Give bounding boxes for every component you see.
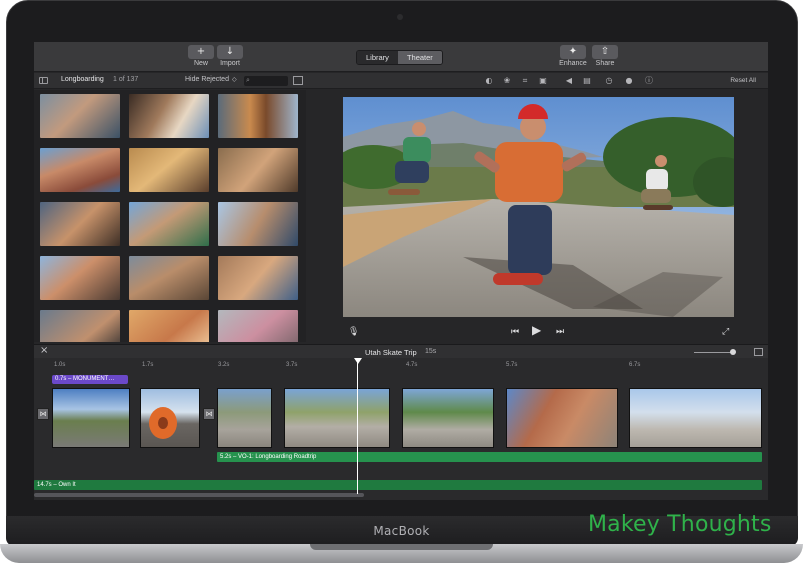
transport-controls: 🎙 ⏮ ▶ ⏭ ⤢ [306, 322, 768, 342]
project-duration: 15s [425, 348, 437, 355]
clip-thumbnail[interactable] [129, 310, 209, 342]
color-correction-icon[interactable]: ❀ [502, 76, 512, 86]
time-tick: 1.7s [142, 362, 154, 368]
share-icon: ⇧ [592, 45, 618, 59]
transition-icon[interactable]: ⋈ [203, 408, 215, 420]
chevron-updown-icon[interactable]: ◇ [232, 76, 237, 83]
clip-thumbnail[interactable] [218, 202, 298, 246]
toolbar: + New ↓ Import Library Theater ✦ Enhance… [34, 42, 768, 72]
clip-thumbnail[interactable] [129, 256, 209, 300]
filmstrip-settings-icon[interactable] [293, 76, 303, 85]
import-icon: ↓ [217, 45, 243, 59]
clip-filter-icon[interactable]: ● [624, 76, 634, 86]
skip-back-icon[interactable]: ⏮ [511, 326, 519, 338]
timeline-header: × Utah Skate Trip 15s [34, 344, 768, 358]
crop-icon[interactable]: ⌗ [520, 76, 530, 86]
clip-count: 1 of 137 [113, 76, 139, 83]
clip-thumbnail[interactable] [40, 256, 120, 300]
voiceover-mic-icon[interactable]: 🎙 [348, 326, 359, 338]
time-tick: 6.7s [629, 362, 641, 368]
clip-thumbnail[interactable] [129, 148, 209, 192]
skateboarders-image [343, 97, 734, 317]
music-clip[interactable]: 14.7s – Own It [34, 480, 762, 490]
viewer: 🎙 ⏮ ▶ ⏭ ⤢ [306, 90, 768, 344]
plus-icon: + [188, 45, 214, 59]
timeline-clip[interactable] [52, 388, 130, 448]
clip-browser [34, 90, 306, 342]
share-button[interactable]: ⇧ Share [590, 45, 620, 71]
close-icon[interactable]: × [40, 345, 48, 356]
stabilization-icon[interactable]: ▣ [538, 76, 548, 86]
magic-wand-icon: ✦ [560, 45, 586, 59]
enhance-button[interactable]: ✦ Enhance [558, 45, 588, 71]
noise-reduction-icon[interactable]: ▤ [582, 76, 592, 86]
skip-forward-icon[interactable]: ⏭ [556, 326, 564, 338]
clip-thumbnail[interactable] [218, 94, 298, 138]
adjustments-bar: ◐ ❀ ⌗ ▣ ◀ ▤ ◷ ● ⓘ Reset All [306, 73, 768, 89]
imovie-window: + New ↓ Import Library Theater ✦ Enhance… [34, 42, 768, 500]
timeline-clip[interactable] [140, 388, 200, 448]
clip-thumbnail[interactable] [129, 94, 209, 138]
event-title: Longboarding [61, 76, 104, 83]
time-tick: 1.0s [54, 362, 66, 368]
title-clip[interactable]: 0.7s – MONUMENT… [52, 375, 128, 384]
clip-thumbnail[interactable] [218, 256, 298, 300]
filter-dropdown[interactable]: Hide Rejected [185, 76, 229, 83]
clip-thumbnail[interactable] [40, 148, 120, 192]
timeline-clip[interactable] [217, 388, 272, 448]
timeline-settings-icon[interactable] [754, 348, 763, 356]
clip-thumbnail[interactable] [40, 94, 120, 138]
view-switcher: Library Theater [356, 50, 443, 65]
enhance-label: Enhance [559, 60, 587, 67]
time-tick: 3.7s [286, 362, 298, 368]
clip-thumbnail[interactable] [129, 202, 209, 246]
watermark-text: Makey Thoughts [588, 512, 772, 537]
tab-library[interactable]: Library [357, 51, 398, 64]
browser-header: Longboarding 1 of 137 Hide Rejected ◇ ⌕ [34, 73, 306, 89]
timeline-scrollbar[interactable] [34, 493, 364, 497]
camera-icon [397, 14, 403, 20]
info-icon[interactable]: ⓘ [644, 76, 654, 86]
clip-thumbnail[interactable] [40, 202, 120, 246]
clip-thumbnail[interactable] [218, 310, 298, 342]
new-label: New [193, 60, 208, 67]
clip-thumbnail[interactable] [218, 148, 298, 192]
play-icon[interactable]: ▶ [532, 324, 541, 336]
wheel-image [149, 407, 177, 439]
project-title: Utah Skate Trip [365, 348, 417, 357]
time-tick: 4.7s [406, 362, 418, 368]
new-button[interactable]: + New [186, 45, 216, 71]
playhead[interactable] [357, 360, 358, 494]
reset-all-button[interactable]: Reset All [730, 77, 756, 84]
transition-icon[interactable]: ⋈ [37, 408, 49, 420]
time-tick: 3.2s [218, 362, 230, 368]
timeline-clip[interactable] [629, 388, 762, 448]
fullscreen-icon[interactable]: ⤢ [722, 326, 729, 338]
timeline-clip[interactable] [506, 388, 618, 448]
video-frame[interactable] [343, 97, 734, 317]
clip-thumbnail[interactable] [40, 310, 120, 342]
playhead-handle[interactable] [354, 358, 362, 364]
import-button[interactable]: ↓ Import [215, 45, 245, 71]
voiceover-clip[interactable]: 5.2s – VO-1: Longboarding Roadtrip [217, 452, 762, 462]
time-tick: 5.7s [506, 362, 518, 368]
tab-theater[interactable]: Theater [397, 51, 442, 64]
search-field[interactable]: ⌕ [244, 76, 288, 86]
color-balance-icon[interactable]: ◐ [484, 76, 494, 86]
volume-icon[interactable]: ◀ [564, 76, 574, 86]
timeline-clip[interactable] [402, 388, 494, 448]
search-icon: ⌕ [246, 77, 250, 84]
import-label: Import [220, 60, 240, 67]
share-label: Share [595, 60, 615, 67]
zoom-slider[interactable] [694, 352, 734, 353]
zoom-slider-knob[interactable] [730, 349, 736, 355]
timeline: 1.0s 1.7s 3.2s 3.7s 4.7s 5.7s 6.7s 0.7s … [34, 358, 768, 500]
speed-icon[interactable]: ◷ [604, 76, 614, 86]
sidebar-toggle-icon[interactable] [39, 77, 48, 84]
timeline-clip[interactable] [284, 388, 390, 448]
laptop-notch [310, 544, 493, 550]
